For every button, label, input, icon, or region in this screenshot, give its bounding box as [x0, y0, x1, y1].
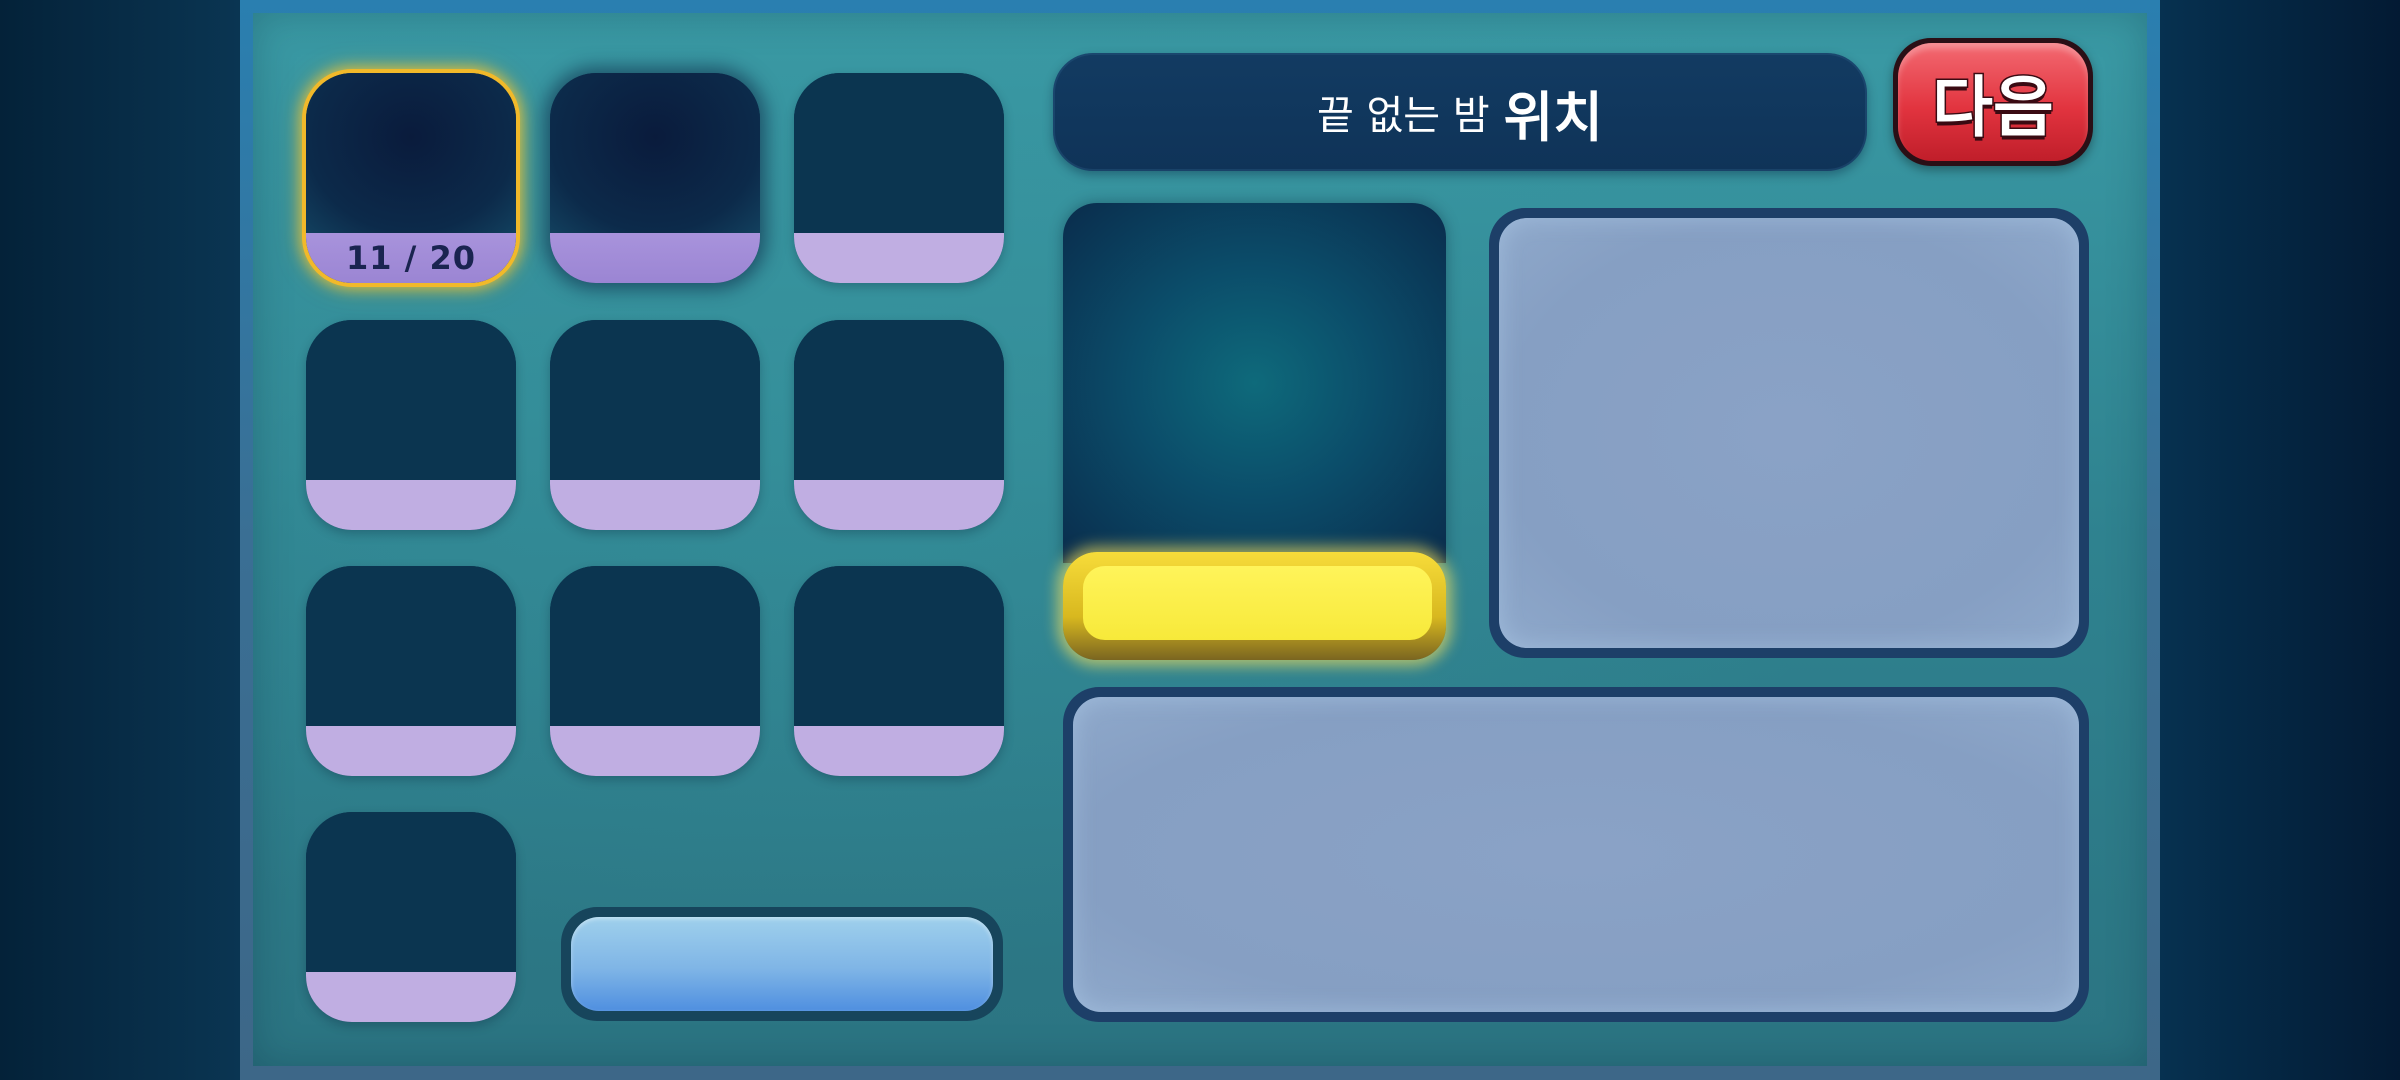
grid-slot-1[interactable]: 11 / 20 [306, 73, 516, 283]
info-panel-bottom [1063, 687, 2089, 1022]
blue-action-bar[interactable] [561, 907, 1003, 1021]
slot-image [306, 812, 516, 972]
slot-image [794, 566, 1004, 726]
grid-slot-6[interactable] [794, 320, 1004, 530]
slot-bar [794, 726, 1004, 776]
info-panel-top-content [1499, 218, 2079, 648]
slot-bar [306, 972, 516, 1022]
location-title: 끝 없는 밤 위치 [1053, 53, 1867, 171]
grid-slot-2[interactable] [550, 73, 760, 283]
portrait-frame [1063, 203, 1446, 563]
slot-progress-text: 11 / 20 [345, 239, 477, 277]
grid-slot-7[interactable] [306, 566, 516, 776]
slot-image [794, 73, 1004, 233]
grid-slot-10[interactable] [306, 812, 516, 1022]
left-backdrop [0, 0, 240, 1080]
grid-slot-5[interactable] [550, 320, 760, 530]
next-button-label: 다음 [1898, 43, 2088, 161]
slot-bar [306, 726, 516, 776]
info-panel-top [1489, 208, 2089, 658]
slot-bar [306, 480, 516, 530]
yellow-action-button-fill [1083, 566, 1432, 640]
next-button[interactable]: 다음 [1893, 38, 2093, 166]
slot-bar [794, 480, 1004, 530]
slot-bar [550, 480, 760, 530]
blue-action-bar-fill [571, 917, 993, 1011]
location-title-main: 위치 [1503, 84, 1603, 149]
slot-bar [550, 233, 760, 283]
slot-image [550, 566, 760, 726]
grid-slot-4[interactable] [306, 320, 516, 530]
grid-slot-8[interactable] [550, 566, 760, 776]
yellow-action-button[interactable] [1063, 552, 1446, 660]
grid-slot-3[interactable] [794, 73, 1004, 283]
slot-bar [550, 726, 760, 776]
slot-image [550, 320, 760, 480]
slot-image [550, 73, 760, 233]
slot-image [306, 73, 516, 233]
info-panel-bottom-content [1073, 697, 2079, 1012]
slot-image [794, 320, 1004, 480]
slot-image [306, 566, 516, 726]
slot-bar [794, 233, 1004, 283]
right-backdrop [2160, 0, 2400, 1080]
location-title-prefix: 끝 없는 밤 [1316, 93, 1490, 139]
slot-image [306, 320, 516, 480]
grid-slot-9[interactable] [794, 566, 1004, 776]
